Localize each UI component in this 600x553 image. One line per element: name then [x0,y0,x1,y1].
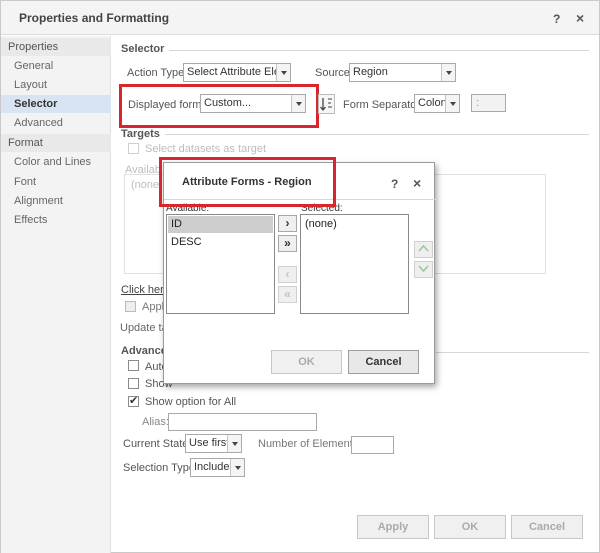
displayed-forms-value: Custom... [204,97,252,109]
chevron-down-icon [445,95,459,112]
cancel-button[interactable]: Cancel [511,515,583,539]
help-icon[interactable]: ? [553,12,560,26]
separator-preview-field: : [471,94,506,112]
form-separator-select[interactable]: Colon [414,94,460,113]
move-up-button[interactable] [414,241,433,258]
sidebar-item-font[interactable]: Font [1,173,111,191]
form-separator-label: Form Separator: [343,99,424,111]
title-bar: Properties and Formatting ? × [1,1,599,35]
show-option-all-checkbox[interactable] [128,394,139,407]
sidebar-header-format: Format [1,134,111,152]
move-down-button[interactable] [414,261,433,278]
remove-arrow-button[interactable]: ‹ [278,266,297,283]
chevron-down-icon [276,64,290,81]
dialog-title: Properties and Formatting [19,11,170,25]
selection-type-select[interactable]: Include [190,458,245,477]
current-state-label: Current State: [123,438,192,450]
selection-type-value: Include [194,461,230,473]
selection-type-label: Selection Type: [123,462,199,474]
list-item-none[interactable]: (none) [302,216,407,233]
add-arrow-button[interactable]: › [278,215,297,232]
help-icon[interactable]: ? [391,177,398,191]
alias-input[interactable] [168,413,317,431]
sidebar-item-layout[interactable]: Layout [1,76,111,94]
dialog-cancel-button[interactable]: Cancel [348,350,419,374]
auto-checkbox[interactable] [128,360,139,371]
select-datasets-label: Select datasets as target [145,143,267,155]
chevron-down-icon [441,64,455,81]
source-label: Source: [315,67,353,79]
action-type-label: Action Type: [127,67,188,79]
remove-all-arrow-button[interactable]: « [278,286,297,303]
chevron-down-icon [291,95,305,112]
selector-divider [169,50,589,51]
show-option-all-label: Show option for All [145,396,237,408]
close-icon[interactable]: × [576,10,584,26]
targets-divider [165,134,589,135]
apply-checkbox[interactable] [125,301,136,312]
advanced-divider [436,352,589,353]
sidebar-item-selector[interactable]: Selector [1,95,111,113]
sidebar-item-color-and-lines[interactable]: Color and Lines [1,153,111,171]
ok-button[interactable]: OK [434,515,506,539]
selected-listbox[interactable]: (none) [300,214,409,314]
sidebar-item-effects[interactable]: Effects [1,211,111,229]
list-item-id[interactable]: ID [168,216,273,233]
select-datasets-checkbox[interactable] [128,143,139,154]
displayed-forms-select[interactable]: Custom... [200,94,306,113]
targets-section-title: Targets [121,128,160,140]
sidebar-item-advanced[interactable]: Advanced [1,114,111,132]
list-item-desc[interactable]: DESC [168,234,273,251]
chevron-down-icon [230,459,244,476]
displayed-forms-label: Displayed forms: [128,99,210,111]
source-select[interactable]: Region [349,63,456,82]
source-value: Region [353,66,388,78]
selector-section-title: Selector [121,43,165,55]
apply-button[interactable]: Apply [357,515,429,539]
dialog-ok-button[interactable]: OK [271,350,342,374]
sidebar: Properties General Layout Selector Advan… [1,36,111,553]
action-type-select[interactable]: Select Attribute Element [183,63,291,82]
add-all-arrow-button[interactable]: » [278,235,297,252]
sidebar-header-properties: Properties [1,38,111,56]
sidebar-item-general[interactable]: General [1,57,111,75]
show-checkbox[interactable] [128,378,139,389]
form-separator-value: Colon [418,97,447,109]
chevron-down-icon [227,435,241,452]
advanced-section-title: Advance [121,345,167,357]
dialog-title-highlight [159,157,336,207]
number-of-elements-label: Number of Elements: [258,438,362,450]
close-icon[interactable]: × [413,175,421,191]
number-of-elements-input[interactable] [351,436,394,454]
sort-icon[interactable] [318,94,335,114]
current-state-value: Use first [189,437,230,449]
sidebar-item-alignment[interactable]: Alignment [1,192,111,210]
available-listbox[interactable]: ID DESC [166,214,275,314]
alias-label: Alias: [142,416,169,428]
current-state-select[interactable]: Use first [185,434,242,453]
